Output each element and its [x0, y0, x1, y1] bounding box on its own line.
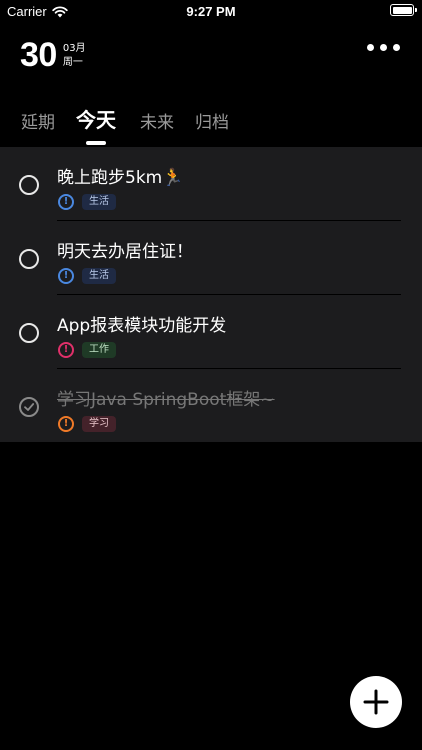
- tab-archive[interactable]: 归档: [195, 108, 229, 133]
- task-title: 明天去办居住证！: [57, 242, 193, 262]
- tab-today[interactable]: 今天: [76, 104, 116, 133]
- date-meta: 03月 周一: [63, 42, 86, 70]
- priority-icon: !: [58, 416, 74, 432]
- task-meta: ! 生活: [58, 194, 116, 210]
- date-day: 30: [20, 36, 57, 74]
- ellipsis-icon: [367, 44, 374, 51]
- status-right: [390, 4, 417, 16]
- status-bar: Carrier 9:27 PM: [0, 0, 422, 24]
- task-tag: 生活: [82, 194, 116, 210]
- plus-icon: [363, 689, 389, 715]
- task-checkbox[interactable]: [19, 249, 39, 269]
- date-weekday: 周一: [62, 56, 83, 68]
- tab-bar: 延期 今天 未来 归档: [21, 104, 250, 133]
- task-checkbox[interactable]: [19, 175, 39, 195]
- add-task-button[interactable]: [350, 676, 402, 728]
- task-item[interactable]: 晚上跑步5km🏃 ! 生活: [0, 147, 422, 221]
- task-list: 晚上跑步5km🏃 ! 生活 明天去办居住证！ ! 生活 App报表模块功能开发 …: [0, 147, 422, 442]
- task-tag: 工作: [82, 342, 116, 358]
- task-meta: ! 生活: [58, 268, 116, 284]
- task-item[interactable]: App报表模块功能开发 ! 工作: [0, 295, 422, 369]
- task-title: 晚上跑步5km🏃: [57, 168, 184, 188]
- priority-icon: !: [58, 194, 74, 210]
- ellipsis-icon: [393, 44, 400, 51]
- task-title: App报表模块功能开发: [57, 316, 227, 336]
- task-meta: ! 学习: [58, 416, 116, 432]
- date-header: 30 03月 周一: [20, 36, 86, 75]
- priority-icon: !: [58, 268, 74, 284]
- more-button[interactable]: [367, 44, 400, 51]
- status-time: 9:27 PM: [186, 4, 236, 19]
- task-item[interactable]: 明天去办居住证！ ! 生活: [0, 221, 422, 295]
- battery-icon: [390, 4, 417, 16]
- date-month: 03月: [62, 42, 86, 54]
- priority-icon: !: [58, 342, 74, 358]
- task-checkbox[interactable]: [19, 323, 39, 343]
- task-item[interactable]: 学习Java SpringBoot框架~ ! 学习: [0, 369, 422, 443]
- ellipsis-icon: [380, 44, 387, 51]
- task-tag: 学习: [82, 416, 116, 432]
- task-meta: ! 工作: [58, 342, 116, 358]
- checkmark-icon: [24, 403, 35, 411]
- task-title: 学习Java SpringBoot框架~: [57, 390, 275, 410]
- task-checkbox-checked[interactable]: [19, 397, 39, 417]
- task-tag: 生活: [82, 268, 116, 284]
- tab-future[interactable]: 未来: [140, 108, 174, 133]
- tab-delayed[interactable]: 延期: [21, 108, 55, 133]
